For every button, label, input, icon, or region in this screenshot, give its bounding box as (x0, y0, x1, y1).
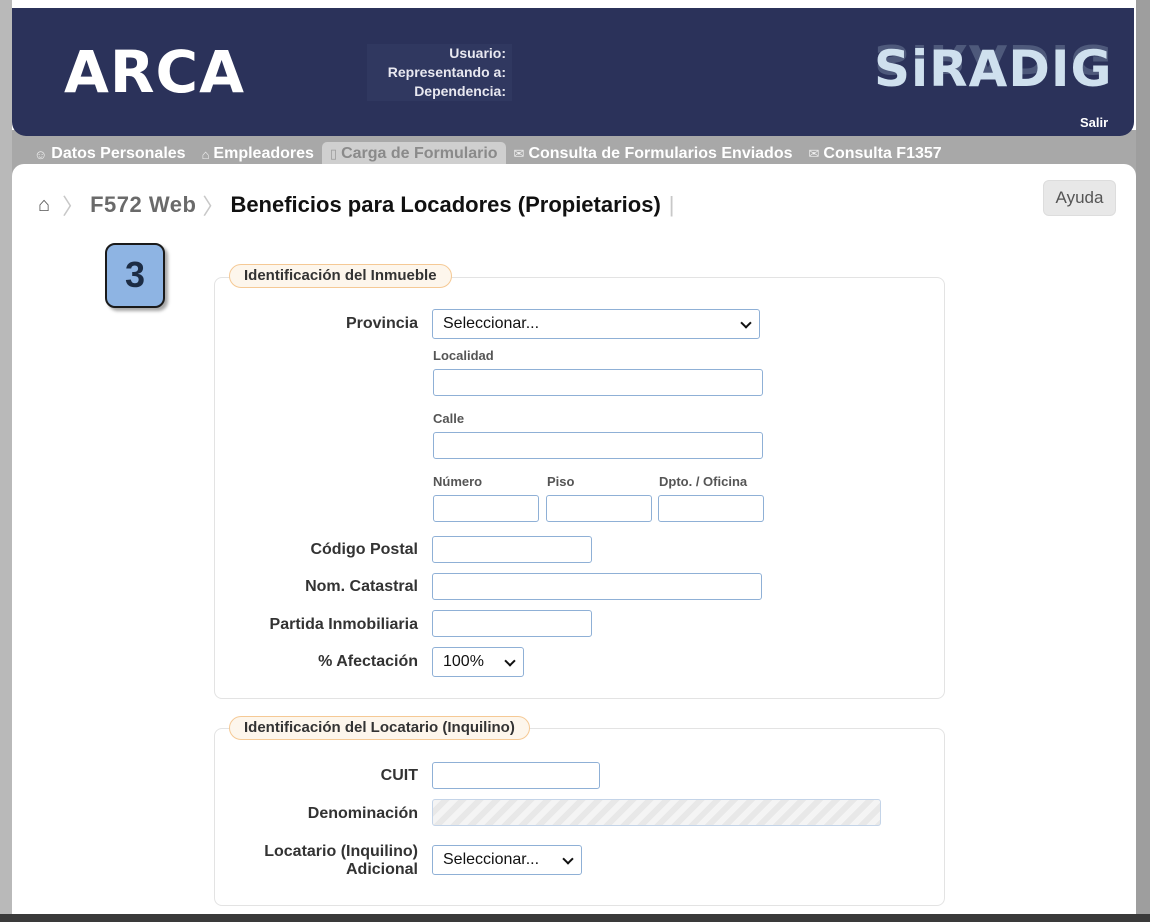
representing-label: Representando a: (367, 63, 512, 82)
person-icon: ☺ (34, 146, 48, 162)
app-header: ARCA Usuario: Representando a: Dependenc… (12, 8, 1134, 136)
envelope-icon: ✉ (513, 146, 525, 161)
denominacion-label: Denominación (307, 805, 418, 822)
arca-logo[interactable]: ARCA (64, 38, 245, 106)
nom-catastral-input[interactable] (432, 573, 762, 600)
nav-item-label: Consulta de Formularios Enviados (528, 145, 793, 162)
dpto-input[interactable] (658, 495, 764, 522)
breadcrumb-separator: 〉 (202, 194, 225, 219)
dependency-label: Dependencia: (367, 82, 512, 101)
redacted-area (722, 186, 900, 241)
cuit-label: CUIT (380, 767, 418, 784)
piso-label: Piso (547, 474, 575, 489)
help-button[interactable]: Ayuda (1043, 180, 1116, 216)
left-border (0, 0, 12, 922)
partida-input[interactable] (432, 610, 592, 637)
nav-datos-personales[interactable]: ☺ Datos Personales (26, 142, 194, 166)
nav-item-label: Consulta F1357 (823, 145, 942, 162)
nav-consulta-f1357[interactable]: ✉ Consulta F1357 (801, 142, 950, 166)
adicional-label-line1: Locatario (Inquilino) (264, 843, 418, 860)
denominacion-input (432, 799, 881, 826)
adicional-label-line2: Adicional (345, 861, 418, 878)
chevron-down-icon (504, 655, 516, 667)
afectacion-selected-value: 100% (443, 653, 484, 670)
building-icon: ⌂ (201, 146, 210, 162)
codigo-postal-input[interactable] (432, 536, 592, 563)
codigo-postal-label: Código Postal (310, 541, 418, 558)
home-icon[interactable]: ⌂ (38, 194, 50, 217)
document-icon: ▯ (329, 146, 338, 161)
nav-item-label: Datos Personales (51, 145, 186, 162)
adicional-selected-value: Seleccionar... (443, 851, 540, 868)
page-title: Beneficios para Locadores (Propietarios) (230, 192, 661, 217)
locatario-legend: Identificación del Locatario (Inquilino) (229, 716, 530, 740)
numero-label: Número (433, 474, 483, 489)
breadcrumb-form-link[interactable]: F572 Web (90, 192, 196, 218)
piso-input[interactable] (546, 495, 652, 522)
adicional-select[interactable]: Seleccionar... (432, 845, 582, 875)
calle-label: Calle (433, 411, 465, 426)
envelope-icon: ✉ (808, 146, 820, 161)
nav-consulta-formularios[interactable]: ✉ Consulta de Formularios Enviados (506, 142, 801, 166)
dpto-label: Dpto. / Oficina (659, 474, 748, 489)
adicional-label: Locatario (Inquilino) Adicional (230, 843, 418, 879)
cuit-input[interactable] (432, 762, 600, 789)
nav-empleadores[interactable]: ⌂ Empleadores (194, 142, 322, 166)
provincia-select[interactable]: Seleccionar... (432, 309, 760, 339)
nav-item-label: Empleadores (213, 145, 314, 162)
logout-link[interactable]: Salir (1080, 115, 1108, 130)
partida-label: Partida Inmobiliaria (269, 616, 418, 633)
afectacion-label: % Afectación (318, 653, 418, 670)
step-badge: 3 (105, 243, 165, 308)
breadcrumb-separator: 〉 (62, 194, 85, 219)
chevron-down-icon (740, 317, 752, 329)
user-label: Usuario: (367, 44, 512, 63)
localidad-label: Localidad (433, 348, 494, 363)
nom-catastral-label: Nom. Catastral (305, 578, 418, 595)
right-border (1136, 0, 1150, 922)
nav-carga-formulario[interactable]: ▯ Carga de Formulario (321, 142, 506, 166)
main-nav: ☺ Datos Personales ⌂ Empleadores ▯ Carga… (26, 142, 950, 166)
numero-input[interactable] (433, 495, 539, 522)
breadcrumb-divider: | (668, 192, 675, 217)
siradig-logo: SiRADIG (874, 40, 1113, 98)
inmueble-legend: Identificación del Inmueble (229, 264, 452, 288)
provincia-selected-value: Seleccionar... (443, 315, 540, 332)
bottom-border (0, 914, 1150, 922)
provincia-label: Provincia (345, 315, 418, 332)
breadcrumb: ⌂ 〉 F572 Web 〉 Beneficios para Locadores… (38, 190, 675, 220)
user-info: Usuario: Representando a: Dependencia: (367, 44, 512, 101)
localidad-input[interactable] (433, 369, 763, 396)
afectacion-select[interactable]: 100% (432, 647, 524, 677)
calle-input[interactable] (433, 432, 763, 459)
chevron-down-icon (562, 853, 574, 865)
nav-item-label: Carga de Formulario (341, 145, 498, 162)
